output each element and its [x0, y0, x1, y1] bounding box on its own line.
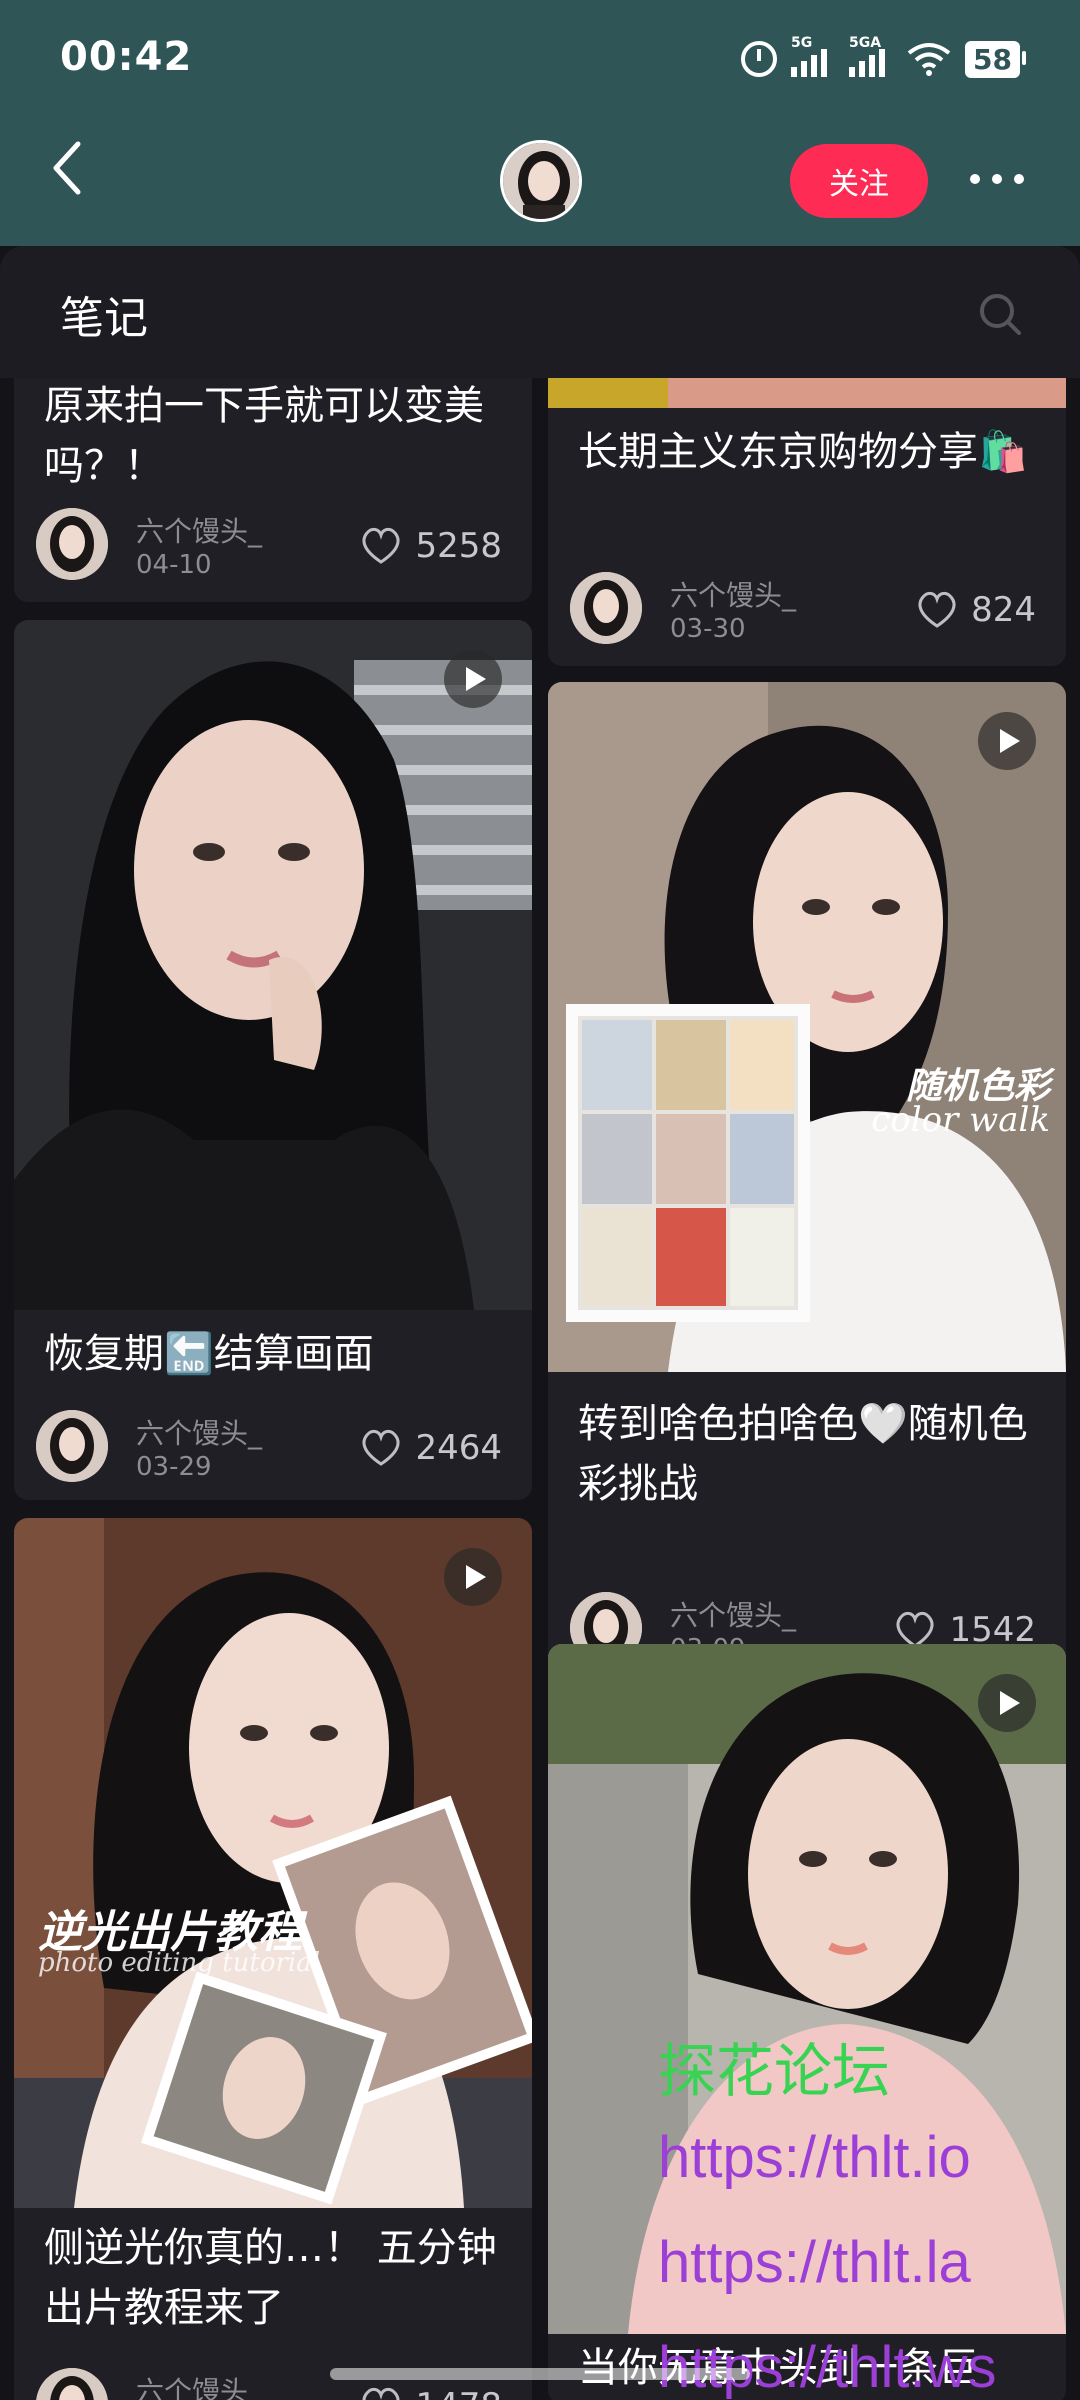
heart-icon [363, 2387, 400, 2400]
note-meta: 六个馒头_ 03-29 2464 [36, 1410, 502, 1486]
status-bar: 00:42 5G 5GA 58 [60, 34, 1026, 84]
author-avatar [36, 1410, 108, 1482]
signal-5ga-icon: 5GA [849, 35, 893, 77]
video-play-icon [444, 650, 502, 708]
note-meta: 六个馒头_ 03-30 824 [570, 572, 1036, 648]
gesture-bar[interactable] [330, 2368, 750, 2380]
watermark-text: https://thlt.io [658, 2125, 971, 2190]
note-card[interactable]: 探花论坛 https://thlt.io https://thlt.la 当你无… [548, 1644, 1066, 2400]
note-cover-image [14, 620, 532, 1310]
author-avatar [570, 572, 642, 644]
note-card[interactable]: 原来拍一下手就可以变美吗？！ 六个馒头_ 04-10 5258 [14, 378, 532, 602]
author-name: 六个馒头_ [136, 1417, 263, 1450]
status-icons: 5G 5GA 58 [741, 34, 1026, 84]
notes-feed: 原来拍一下手就可以变美吗？！ 六个馒头_ 04-10 5258 长期主义东京购物… [0, 378, 1080, 2400]
like-count[interactable]: 1478 [359, 2386, 502, 2400]
heart-icon [363, 527, 400, 564]
wifi-icon [907, 43, 951, 76]
signal-5g-icon: 5G [791, 35, 835, 77]
note-date: 03-29 [136, 1452, 212, 1482]
top-bar: 00:42 5G 5GA 58 关注 [0, 0, 1080, 246]
profile-avatar[interactable] [500, 140, 582, 222]
note-meta: 六个馒头_ 04-10 5258 [36, 508, 502, 584]
note-card[interactable]: 恢复期🔚结算画面 六个馒头_ 03-29 2464 [14, 620, 532, 1500]
status-time: 00:42 [60, 34, 193, 80]
author-name: 六个馒头_ [136, 2375, 263, 2400]
video-play-icon [444, 1548, 502, 1606]
back-icon[interactable] [48, 138, 88, 198]
note-date: 04-10 [136, 550, 212, 580]
video-play-icon [978, 712, 1036, 770]
heart-icon [363, 1429, 400, 1466]
note-card[interactable]: 随机色彩 color walk 转到啥色拍啥色🤍随机色彩挑战 六个馒头_ 03-… [548, 682, 1066, 1687]
note-cover-image: 逆光出片教程 photo editing tutorial [14, 1518, 532, 2208]
note-cover-image: 随机色彩 color walk [548, 682, 1066, 1372]
alarm-icon [741, 41, 778, 77]
follow-button[interactable]: 关注 [790, 144, 928, 218]
video-play-icon [978, 1674, 1036, 1732]
like-count[interactable]: 824 [915, 590, 1036, 630]
cover-overlay-subtitle: photo editing tutorial [38, 1948, 321, 1978]
watermark-text: https://thlt.la [658, 2230, 971, 2295]
note-card[interactable]: 逆光出片教程 photo editing tutorial 侧逆光你真的…！ 五… [14, 1518, 532, 2400]
like-count[interactable]: 2464 [359, 1428, 502, 1468]
author-avatar [36, 508, 108, 580]
author-name: 六个馒头_ [136, 515, 263, 548]
note-title: 恢复期🔚结算画面 [44, 1331, 374, 1377]
watermark-text: https://thlt.ws [658, 2335, 997, 2400]
section-title: 笔记 [60, 293, 148, 344]
more-options-icon[interactable] [970, 174, 1024, 184]
heart-icon [918, 591, 956, 628]
cover-overlay-subtitle: color walk [871, 1100, 1050, 1140]
note-title: 长期主义东京购物分享🛍️ [578, 429, 1028, 475]
battery-icon: 58 [965, 40, 1026, 78]
note-cover-image [548, 378, 1066, 408]
note-cover-image: 探花论坛 https://thlt.io https://thlt.la [548, 1644, 1066, 2334]
note-title: 侧逆光你真的…！ 五分钟出片教程来了 [44, 2225, 497, 2331]
author-avatar [36, 2368, 108, 2400]
like-count[interactable]: 5258 [359, 526, 502, 566]
note-title: 转到啥色拍啥色🤍随机色彩挑战 [578, 1401, 1028, 1507]
note-card[interactable]: 长期主义东京购物分享🛍️ 六个馒头_ 03-30 824 [548, 378, 1066, 666]
notes-section-bar: 笔记 [0, 246, 1080, 378]
author-name: 六个馒头_ [670, 1599, 797, 1632]
search-icon[interactable] [978, 292, 1022, 336]
note-date: 03-30 [670, 614, 746, 644]
author-name: 六个馒头_ [670, 579, 797, 612]
watermark-text: 探花论坛 [658, 2039, 891, 2104]
note-title: 原来拍一下手就可以变美吗？！ [44, 383, 484, 489]
